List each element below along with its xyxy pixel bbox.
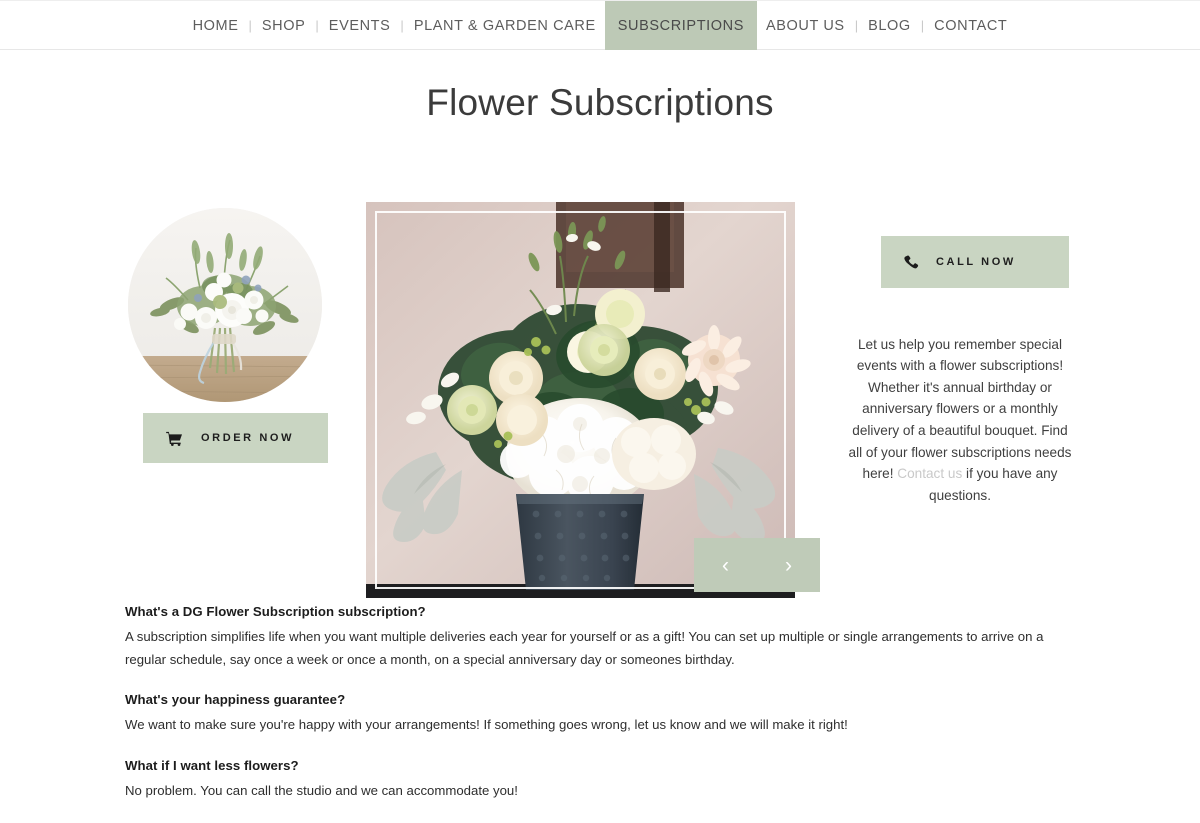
bouquet-thumbnail-image[interactable] — [128, 208, 322, 402]
carousel-prev-icon[interactable]: ‹ — [711, 555, 741, 576]
faq-answer: A subscription simplifies life when you … — [125, 629, 1044, 667]
shopping-cart-icon — [166, 431, 183, 446]
order-now-label: ORDER NOW — [201, 432, 295, 444]
page-title: Flower Subscriptions — [426, 81, 774, 123]
phone-icon — [904, 255, 919, 270]
bouquet-thumbnail-graphic — [128, 208, 322, 402]
faq-item: What's your happiness guarantee? We want … — [125, 692, 1080, 737]
faq-section: What's a DG Flower Subscription subscrip… — [125, 604, 1080, 823]
order-now-button[interactable]: ORDER NOW — [143, 413, 328, 463]
nav-item-about-us[interactable]: ABOUT US — [757, 1, 854, 50]
nav-item-shop[interactable]: SHOP — [253, 1, 315, 50]
faq-question: What if I want less flowers? — [125, 757, 299, 773]
faq-answer: No problem. You can call the studio and … — [125, 782, 518, 798]
nav-item-contact[interactable]: CONTACT — [925, 1, 1016, 50]
nav-item-subscriptions[interactable]: SUBSCRIPTIONS — [604, 1, 758, 50]
main-navigation: HOME | SHOP | EVENTS | PLANT & GARDEN CARE SUBS… — [0, 0, 1200, 50]
faq-answer: We want to make sure you're happy with y… — [125, 717, 848, 732]
nav-item-blog[interactable]: BLOG — [859, 1, 920, 50]
nav-item-events[interactable]: EVENTS — [320, 1, 400, 50]
contact-us-link[interactable]: Contact us — [897, 466, 962, 481]
call-now-button[interactable]: CALL NOW — [881, 236, 1069, 288]
faq-question: What's your happiness guarantee? — [125, 692, 346, 707]
subscription-description: Let us help you remember special events … — [845, 334, 1075, 507]
carousel-next-icon[interactable]: › — [774, 555, 804, 576]
nav-item-home[interactable]: HOME — [184, 1, 248, 50]
call-now-label: CALL NOW — [936, 256, 1016, 268]
faq-item: What if I want less flowers? No problem. … — [125, 758, 1080, 803]
description-text-before-link: Let us help you remember special events … — [848, 336, 1072, 482]
nav-item-plant-garden-care[interactable]: PLANT & GARDEN CARE — [405, 1, 605, 50]
nav-list: HOME | SHOP | EVENTS | PLANT & GARDEN CARE SUBS… — [184, 1, 1017, 50]
faq-question: What's a DG Flower Subscription subscrip… — [125, 604, 426, 619]
faq-item: What's a DG Flower Subscription subscrip… — [125, 604, 1080, 671]
carousel-navigation: ‹ › — [694, 538, 820, 592]
